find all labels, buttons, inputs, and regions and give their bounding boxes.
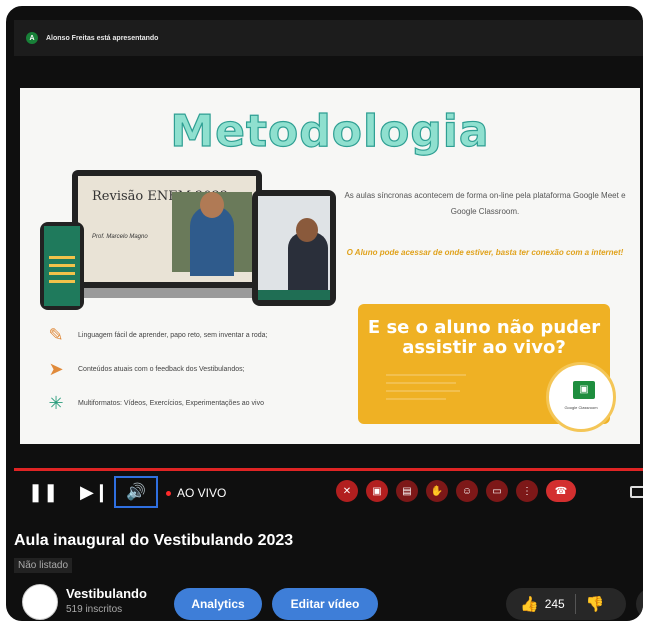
volume-icon: 🔊	[126, 484, 146, 501]
presentation-slide: Metodologia Revisão ENEM 2022 Prof. Marc…	[20, 88, 640, 444]
channel-row: Vestibulando 519 inscritos Analytics Edi…	[14, 580, 643, 621]
thumbs-down-icon[interactable]: 👎	[586, 595, 605, 613]
live-indicator[interactable]: AO VIVO	[166, 486, 226, 500]
send-icon: ➤	[48, 358, 64, 379]
edit-video-button[interactable]: Editar vídeo	[272, 588, 378, 620]
laptop-image: Revisão ENEM 2022 Prof. Marcelo Magno	[72, 170, 262, 288]
next-icon[interactable]: ▶❙	[80, 482, 109, 503]
callout-title: E se o aluno não puder assistir ao vivo?	[367, 317, 601, 358]
feature-list: ✎ Linguagem fácil de aprender, papo reto…	[42, 318, 352, 420]
classroom-icon: ▣	[573, 381, 595, 399]
callout-body	[386, 374, 466, 400]
feature-item: ➤ Conteúdos atuais com o feedback dos Ve…	[42, 352, 352, 386]
feature-text: Conteúdos atuais com o feedback dos Vest…	[78, 365, 245, 373]
presenter-text: Alonso Freitas está apresentando	[46, 34, 159, 42]
hang-up-icon[interactable]: ☎	[546, 480, 576, 502]
like-count: 245	[544, 597, 565, 611]
like-separator	[574, 594, 576, 614]
subtitles-icon[interactable]	[630, 486, 643, 498]
player-controls: ❚❚ ▶❙ 🔊 AO VIVO ✕ ▣ ▤ ✋ ☺ ▭ ⋮ ☎	[14, 476, 643, 520]
meet-toolbar: ✕ ▣ ▤ ✋ ☺ ▭ ⋮ ☎	[336, 480, 576, 502]
camera-off-icon[interactable]: ▣	[366, 480, 388, 502]
mic-off-icon[interactable]: ✕	[336, 480, 358, 502]
present-icon[interactable]: ▭	[486, 480, 508, 502]
pause-icon[interactable]: ❚❚	[28, 482, 58, 503]
gc-label: Google Classroom	[564, 405, 598, 410]
channel-name[interactable]: Vestibulando	[66, 586, 147, 601]
pencil-icon: ✎	[48, 324, 64, 345]
subscriber-count: 519 inscritos	[66, 604, 123, 615]
analytics-button[interactable]: Analytics	[174, 588, 262, 620]
visibility-badge: Não listado	[14, 558, 73, 573]
feature-item: ✳ Multiformatos: Vídeos, Exercícios, Exp…	[42, 386, 352, 420]
laptop-prof: Prof. Marcelo Magno	[92, 234, 148, 240]
raise-hand-icon[interactable]: ✋	[426, 480, 448, 502]
meet-presenting-bar: A Alonso Freitas está apresentando	[14, 20, 643, 56]
live-dot	[166, 490, 171, 496]
slide-paragraph: As aulas síncronas acontecem de forma on…	[344, 191, 626, 216]
slide-title: Metodologia	[170, 105, 490, 157]
like-dislike-group: 👍 245 👎	[506, 588, 626, 620]
captions-icon[interactable]: ▤	[396, 480, 418, 502]
network-icon: ✳	[48, 392, 64, 413]
channel-avatar[interactable]	[22, 584, 58, 620]
live-label: AO VIVO	[177, 486, 227, 500]
phone-image	[40, 222, 84, 310]
feature-item: ✎ Linguagem fácil de aprender, papo reto…	[42, 318, 352, 352]
video-title: Aula inaugural do Vestibulando 2023	[14, 532, 294, 549]
tablet-image	[252, 190, 336, 306]
thumbs-up-icon[interactable]: 👍	[520, 595, 539, 613]
more-options-icon[interactable]: ⋮	[516, 480, 538, 502]
google-classroom-badge: ▣ Google Classroom	[546, 362, 616, 432]
feature-text: Multiformatos: Vídeos, Exercícios, Exper…	[78, 399, 264, 407]
share-icon[interactable]: ➦	[636, 588, 643, 620]
presenter-avatar: A	[26, 32, 38, 44]
callout-box: E se o aluno não puder assistir ao vivo?…	[358, 304, 616, 432]
emoji-icon[interactable]: ☺	[456, 480, 478, 502]
volume-button[interactable]: 🔊	[114, 476, 158, 508]
feature-text: Linguagem fácil de aprender, papo reto, …	[78, 331, 268, 339]
video-frame: A Alonso Freitas está apresentando Metod…	[0, 0, 649, 627]
slide-highlight: O Aluno pode acessar de onde estiver, ba…	[346, 248, 624, 257]
progress-bar[interactable]	[14, 468, 643, 471]
